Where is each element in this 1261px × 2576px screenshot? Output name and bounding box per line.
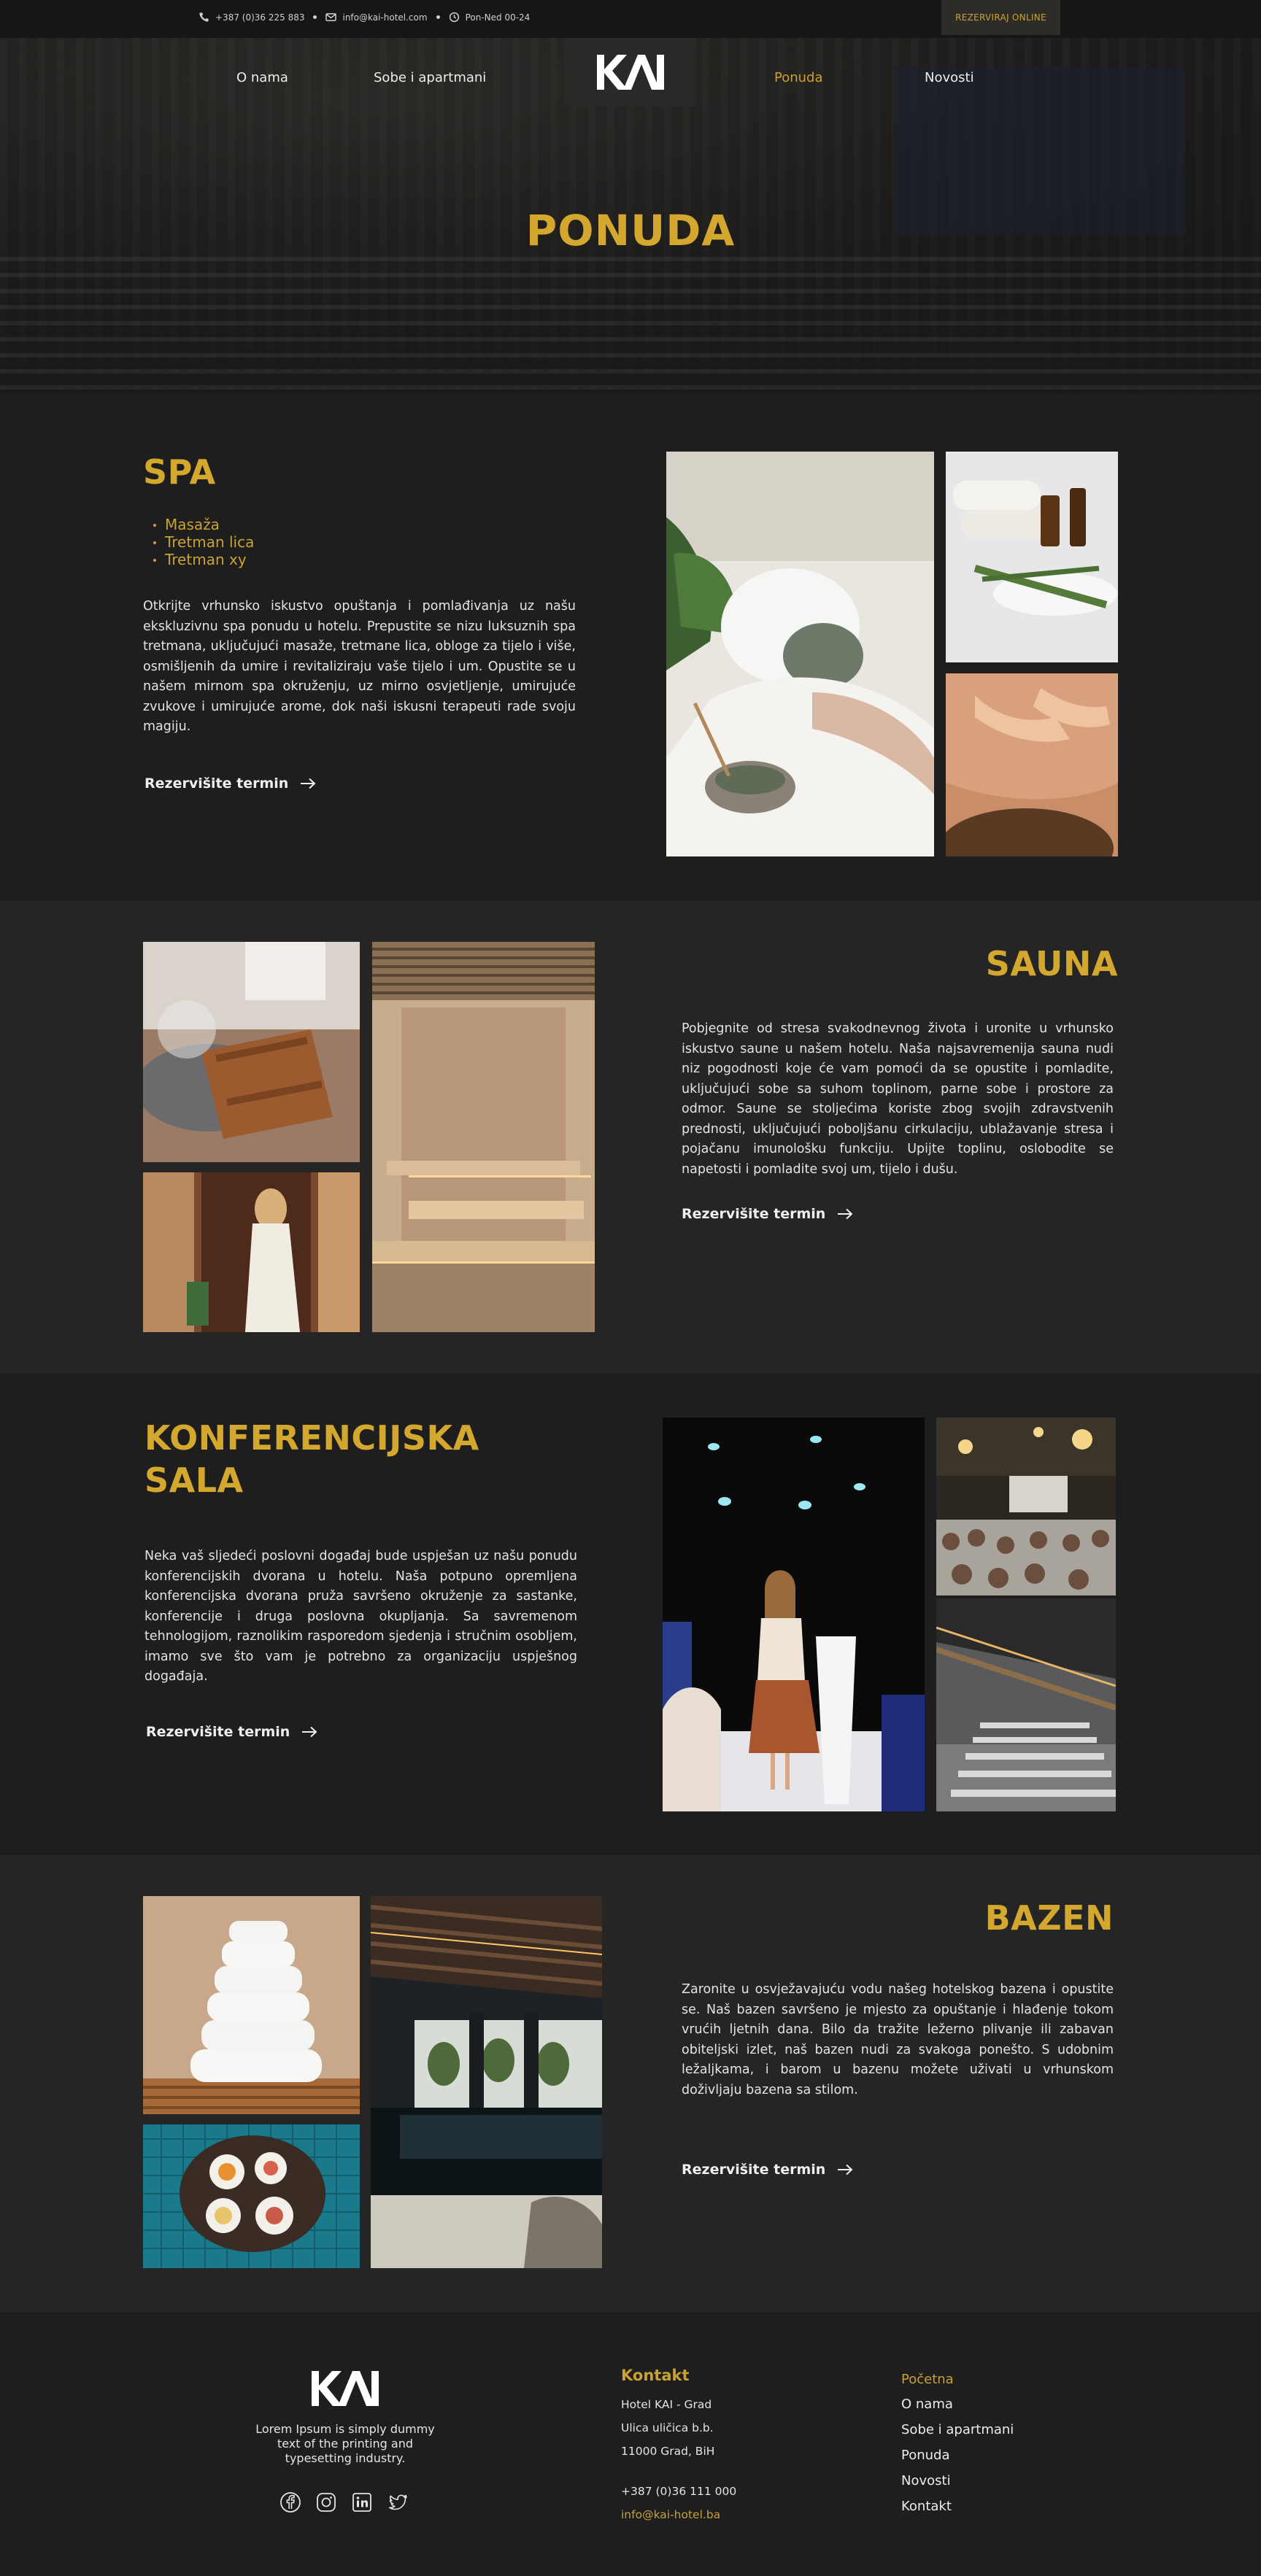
footer-address-line: Ulica uličica b.b. bbox=[621, 2421, 714, 2434]
separator-dot bbox=[436, 15, 440, 19]
section-sauna: SAUNA Pobjegnite od stresa svakodnevnog … bbox=[0, 901, 1261, 1374]
footer-address-line: 11000 Grad, BiH bbox=[621, 2445, 715, 2458]
footer-nav-pocetna[interactable]: Početna bbox=[901, 2372, 954, 2387]
pool-towels-photo bbox=[143, 1896, 360, 2114]
arrow-right-icon bbox=[838, 1208, 853, 1220]
section-conference: KONFERENCIJSKA SALA Neka vaš sljedeći po… bbox=[0, 1374, 1261, 1855]
footer-email[interactable]: info@kai-hotel.ba bbox=[621, 2508, 720, 2521]
footer-tagline: Lorem Ipsum is simply dummy text of the … bbox=[255, 2422, 435, 2465]
pool-title: BAZEN bbox=[984, 1898, 1114, 1938]
footer: Lorem Ipsum is simply dummy text of the … bbox=[0, 2312, 1261, 2576]
linkedin-icon[interactable] bbox=[351, 2491, 373, 2513]
spa-description: Otkrijte vrhunsko iskustvo opuštanja i p… bbox=[143, 599, 576, 734]
section-spa: SPA Masaža Tretman lica Tretman xy Otkri… bbox=[0, 394, 1261, 901]
email-text: info@kai-hotel.com bbox=[342, 12, 428, 23]
conference-audience-photo bbox=[936, 1417, 1116, 1596]
conference-description: Neka vaš sljedeći poslovni događaj bude … bbox=[144, 1549, 577, 1684]
sauna-room-photo bbox=[372, 942, 595, 1332]
sauna-bucket-photo bbox=[143, 942, 360, 1162]
page-title: PONUDA bbox=[525, 206, 736, 255]
clock-icon bbox=[449, 12, 460, 23]
phone-icon bbox=[198, 12, 209, 23]
book-label: Rezervišite termin bbox=[144, 775, 289, 792]
list-item: Masaža bbox=[150, 516, 254, 533]
footer-nav-sobe-i-apartmani[interactable]: Sobe i apartmani bbox=[901, 2422, 1014, 2437]
spa-title: SPA bbox=[143, 452, 216, 492]
pool-book-button[interactable]: Rezervišite termin bbox=[682, 2162, 853, 2178]
arrow-right-icon bbox=[838, 2164, 853, 2175]
hours-info: Pon-Ned 00-24 bbox=[449, 12, 531, 23]
spa-facial-mask-photo bbox=[666, 452, 934, 856]
section-pool: BAZEN Zaronite u osvježavajuću vodu naše… bbox=[0, 1855, 1261, 2312]
conference-title-line-1: KONFERENCIJSKA bbox=[144, 1418, 479, 1458]
spa-book-button[interactable]: Rezervišite termin bbox=[144, 775, 316, 792]
spa-treatment-list: Masaža Tretman lica Tretman xy bbox=[150, 516, 254, 568]
hero-background-chairs bbox=[0, 257, 1261, 394]
sauna-description: Pobjegnite od stresa svakodnevnog života… bbox=[682, 1021, 1114, 1177]
phone-text: +387 (0)36 225 883 bbox=[215, 12, 305, 23]
arrow-right-icon bbox=[301, 778, 316, 789]
footer-phone[interactable]: +387 (0)36 111 000 bbox=[621, 2485, 736, 2498]
sauna-title: SAUNA bbox=[985, 944, 1118, 983]
footer-nav-novosti[interactable]: Novosti bbox=[901, 2473, 951, 2488]
twitter-icon[interactable] bbox=[387, 2491, 409, 2513]
arrow-right-icon bbox=[302, 1726, 317, 1738]
email-info[interactable]: info@kai-hotel.com bbox=[325, 12, 428, 23]
pool-description: Zaronite u osvježavajuću vodu našeg hote… bbox=[682, 1982, 1114, 2097]
sauna-book-button[interactable]: Rezervišite termin bbox=[682, 1206, 853, 1222]
footer-nav-o-nama[interactable]: O nama bbox=[901, 2397, 953, 2412]
conference-title-line-2: SALA bbox=[144, 1461, 244, 1500]
header-logo[interactable] bbox=[565, 38, 696, 107]
book-label: Rezervišite termin bbox=[682, 2162, 826, 2178]
nav-novosti[interactable]: Novosti bbox=[925, 70, 974, 85]
book-label: Rezervišite termin bbox=[682, 1206, 826, 1222]
facebook-icon[interactable] bbox=[279, 2491, 301, 2513]
book-label: Rezervišite termin bbox=[146, 1724, 290, 1740]
social-links bbox=[279, 2491, 409, 2513]
contact-info: +387 (0)36 225 883 info@kai-hotel.com Po… bbox=[198, 12, 530, 23]
footer-contact-heading: Kontakt bbox=[621, 2367, 690, 2384]
instagram-icon[interactable] bbox=[315, 2491, 337, 2513]
conference-book-button[interactable]: Rezervišite termin bbox=[146, 1724, 317, 1740]
pool-interior-photo bbox=[371, 1896, 602, 2268]
footer-nav-kontakt[interactable]: Kontakt bbox=[901, 2499, 952, 2514]
footer-address-line: Hotel KAI - Grad bbox=[621, 2398, 712, 2411]
conference-speaker-photo bbox=[663, 1417, 925, 1811]
footer-nav-ponuda[interactable]: Ponuda bbox=[901, 2448, 950, 2463]
nav-ponuda[interactable]: Ponuda bbox=[774, 70, 823, 85]
kai-logo bbox=[597, 55, 664, 90]
hours-text: Pon-Ned 00-24 bbox=[465, 12, 531, 23]
conference-hall-photo bbox=[936, 1598, 1116, 1811]
separator-dot bbox=[313, 15, 317, 19]
nav-sobe-i-apartmani[interactable]: Sobe i apartmani bbox=[374, 70, 486, 85]
kai-logo bbox=[312, 2371, 379, 2406]
list-item: Tretman xy bbox=[150, 551, 254, 568]
list-item: Tretman lica bbox=[150, 533, 254, 551]
nav-o-nama[interactable]: O nama bbox=[236, 70, 288, 85]
spa-oils-photo bbox=[946, 452, 1118, 662]
conference-title: KONFERENCIJSKA SALA bbox=[144, 1417, 479, 1501]
phone-info[interactable]: +387 (0)36 225 883 bbox=[198, 12, 304, 23]
top-bar: +387 (0)36 225 883 info@kai-hotel.com Po… bbox=[0, 0, 1261, 38]
reserve-online-button[interactable]: REZERVIRAJ ONLINE bbox=[941, 0, 1060, 35]
pool-food-tray-photo bbox=[143, 2124, 360, 2268]
sauna-woman-door-photo bbox=[143, 1172, 360, 1332]
footer-logo[interactable] bbox=[306, 2368, 384, 2409]
spa-massage-photo bbox=[946, 673, 1118, 856]
mail-icon bbox=[325, 12, 337, 23]
